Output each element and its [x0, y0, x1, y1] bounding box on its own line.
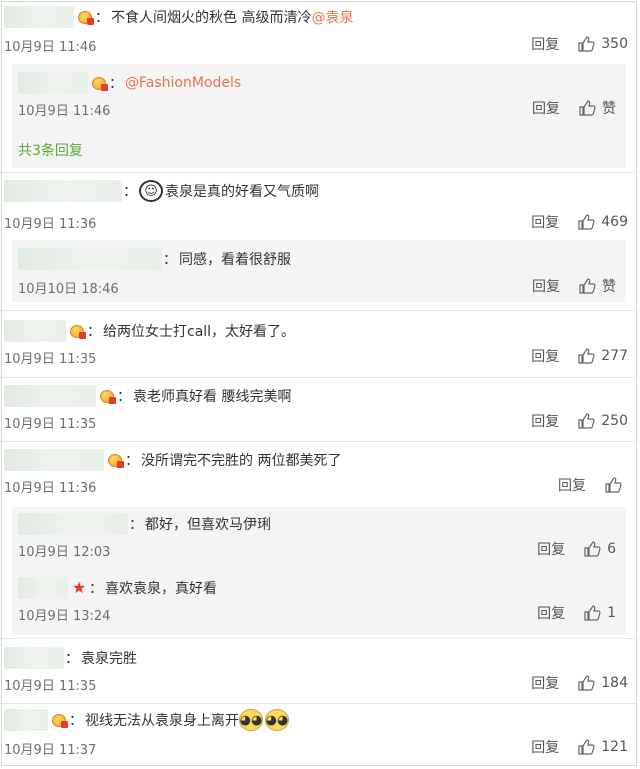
vip-badge-icon [90, 75, 108, 91]
comment-time: 10月9日 11:35 [4, 352, 97, 367]
username-blurred[interactable] [4, 6, 74, 28]
username-blurred[interactable] [4, 320, 66, 342]
like-count[interactable]: 1 [607, 605, 616, 621]
comment-text: 袁泉完胜 [81, 651, 137, 667]
comment-time: 10月9日 11:46 [18, 104, 111, 119]
like-count[interactable]: 469 [601, 214, 628, 230]
reply-button[interactable]: 回复 [531, 34, 559, 54]
divider [0, 638, 638, 639]
star-icon: ★ [71, 578, 87, 597]
reply-button[interactable]: 回复 [537, 539, 565, 559]
username-blurred[interactable] [18, 248, 162, 270]
username-blurred[interactable] [4, 180, 122, 202]
divider [0, 703, 638, 704]
thumbs-up-icon[interactable] [583, 540, 601, 558]
vip-badge-icon [98, 388, 116, 404]
reply-block: ： @FashionModels 10月9日 11:46 回复 赞 共3条回复 [12, 64, 626, 168]
divider [0, 377, 638, 378]
comment-item: ： 袁泉完胜 10月9日 11:35 回复 184 [0, 641, 638, 703]
like-count[interactable]: 277 [601, 348, 628, 364]
divider [0, 441, 638, 442]
username-blurred[interactable] [18, 577, 68, 599]
comment-item: ： 不食人间烟火的秋色 高级而清冷 @袁泉 10月9日 11:46 回复 350 [0, 0, 638, 60]
reply-button[interactable]: 回复 [531, 673, 559, 693]
comment-text: 都好，但喜欢马伊琍 [145, 517, 271, 533]
comment-time: 10月9日 11:36 [4, 481, 97, 496]
comment-item: ： ☺ 袁泉是真的好看又气质啊 10月9日 11:36 回复 469 [0, 176, 638, 236]
comment-time: 10月9日 13:24 [18, 609, 111, 624]
like-count[interactable]: 121 [601, 739, 628, 755]
thumbs-up-icon[interactable] [604, 476, 622, 494]
thumbs-up-icon[interactable] [583, 604, 601, 622]
thumbs-up-icon[interactable] [577, 738, 595, 756]
username-blurred[interactable] [4, 709, 48, 731]
username-blurred[interactable] [18, 72, 88, 94]
thumbs-up-icon[interactable] [577, 412, 595, 430]
comment-text: 袁老师真好看 腰线完美啊 [133, 389, 292, 405]
reply-button[interactable]: 回复 [558, 475, 586, 495]
comment-item: ： 没所谓完不完胜的 两位都美死了 10月9日 11:36 回复 [0, 443, 638, 505]
reply-button[interactable]: 回复 [531, 411, 559, 431]
smiling-face-icon: ☺ [139, 180, 163, 202]
reply-button[interactable]: 回复 [537, 603, 565, 623]
divider [0, 172, 638, 173]
comment-text: 视线无法从袁泉身上离开 [85, 713, 239, 729]
mention-link[interactable]: @FashionModels [125, 75, 241, 91]
reply-block: ： 同感，看着很舒服 10月10日 18:46 回复 赞 [12, 240, 626, 302]
username-blurred[interactable] [4, 647, 64, 669]
thumbs-up-icon[interactable] [578, 99, 596, 117]
username-blurred[interactable] [4, 449, 104, 471]
comment-item: ： 视线无法从袁泉身上离开 ◕◕ ◕◕ 10月9日 11:37 回复 121 [0, 705, 638, 767]
reply-button[interactable]: 回复 [531, 212, 559, 232]
reply-button[interactable]: 回复 [531, 346, 559, 366]
comment-time: 10月10日 18:46 [18, 282, 119, 297]
vip-badge-icon [76, 9, 94, 25]
username-blurred[interactable] [4, 385, 96, 407]
thumbs-up-icon[interactable] [577, 35, 595, 53]
comment-text: 给两位女士打call，太好看了。 [103, 324, 296, 340]
comment-text: 没所谓完不完胜的 两位都美死了 [141, 453, 342, 469]
thumbs-up-icon[interactable] [578, 277, 596, 295]
reply-block: ： 都好，但喜欢马伊琍 10月9日 12:03 回复 6 ★ ： 喜欢袁泉，真好… [12, 507, 626, 635]
like-count[interactable]: 250 [601, 413, 628, 429]
username-blurred[interactable] [18, 513, 128, 535]
mention-link[interactable]: @袁泉 [311, 7, 353, 27]
more-replies-link[interactable]: 共3条回复 [18, 140, 83, 160]
thumbs-up-icon[interactable] [577, 674, 595, 692]
like-count[interactable]: 184 [601, 675, 628, 691]
comment-time: 10月9日 11:46 [4, 40, 97, 55]
vip-badge-icon [50, 712, 68, 728]
comment-text: 同感，看着很舒服 [179, 252, 291, 268]
comment-item: ： 给两位女士打call，太好看了。 10月9日 11:35 回复 277 [0, 314, 638, 376]
thumbs-up-icon[interactable] [577, 213, 595, 231]
like-count[interactable]: 350 [601, 36, 628, 52]
thumbs-up-icon[interactable] [577, 347, 595, 365]
comment-text: 不食人间烟火的秋色 高级而清冷 [111, 10, 312, 26]
comment-text: 袁泉是真的好看又气质啊 [165, 184, 319, 200]
smiling-face-icon: ◕◕ [239, 709, 263, 731]
vip-badge-icon [68, 323, 86, 339]
like-label[interactable]: 赞 [602, 276, 616, 296]
like-label[interactable]: 赞 [602, 98, 616, 118]
like-count[interactable]: 6 [607, 541, 616, 557]
comment-item: ： 袁老师真好看 腰线完美啊 10月9日 11:35 回复 250 [0, 379, 638, 441]
divider [0, 310, 638, 311]
reply-button[interactable]: 回复 [532, 276, 560, 296]
comment-text: 喜欢袁泉，真好看 [105, 581, 217, 597]
comment-time: 10月9日 12:03 [18, 545, 111, 560]
smiling-face-icon: ◕◕ [265, 709, 289, 731]
comment-time: 10月9日 11:36 [4, 217, 97, 232]
comment-time: 10月9日 11:35 [4, 679, 97, 694]
reply-button[interactable]: 回复 [531, 737, 559, 757]
comment-time: 10月9日 11:35 [4, 417, 97, 432]
comment-time: 10月9日 11:37 [4, 743, 97, 758]
reply-button[interactable]: 回复 [532, 98, 560, 118]
vip-badge-icon [106, 452, 124, 468]
